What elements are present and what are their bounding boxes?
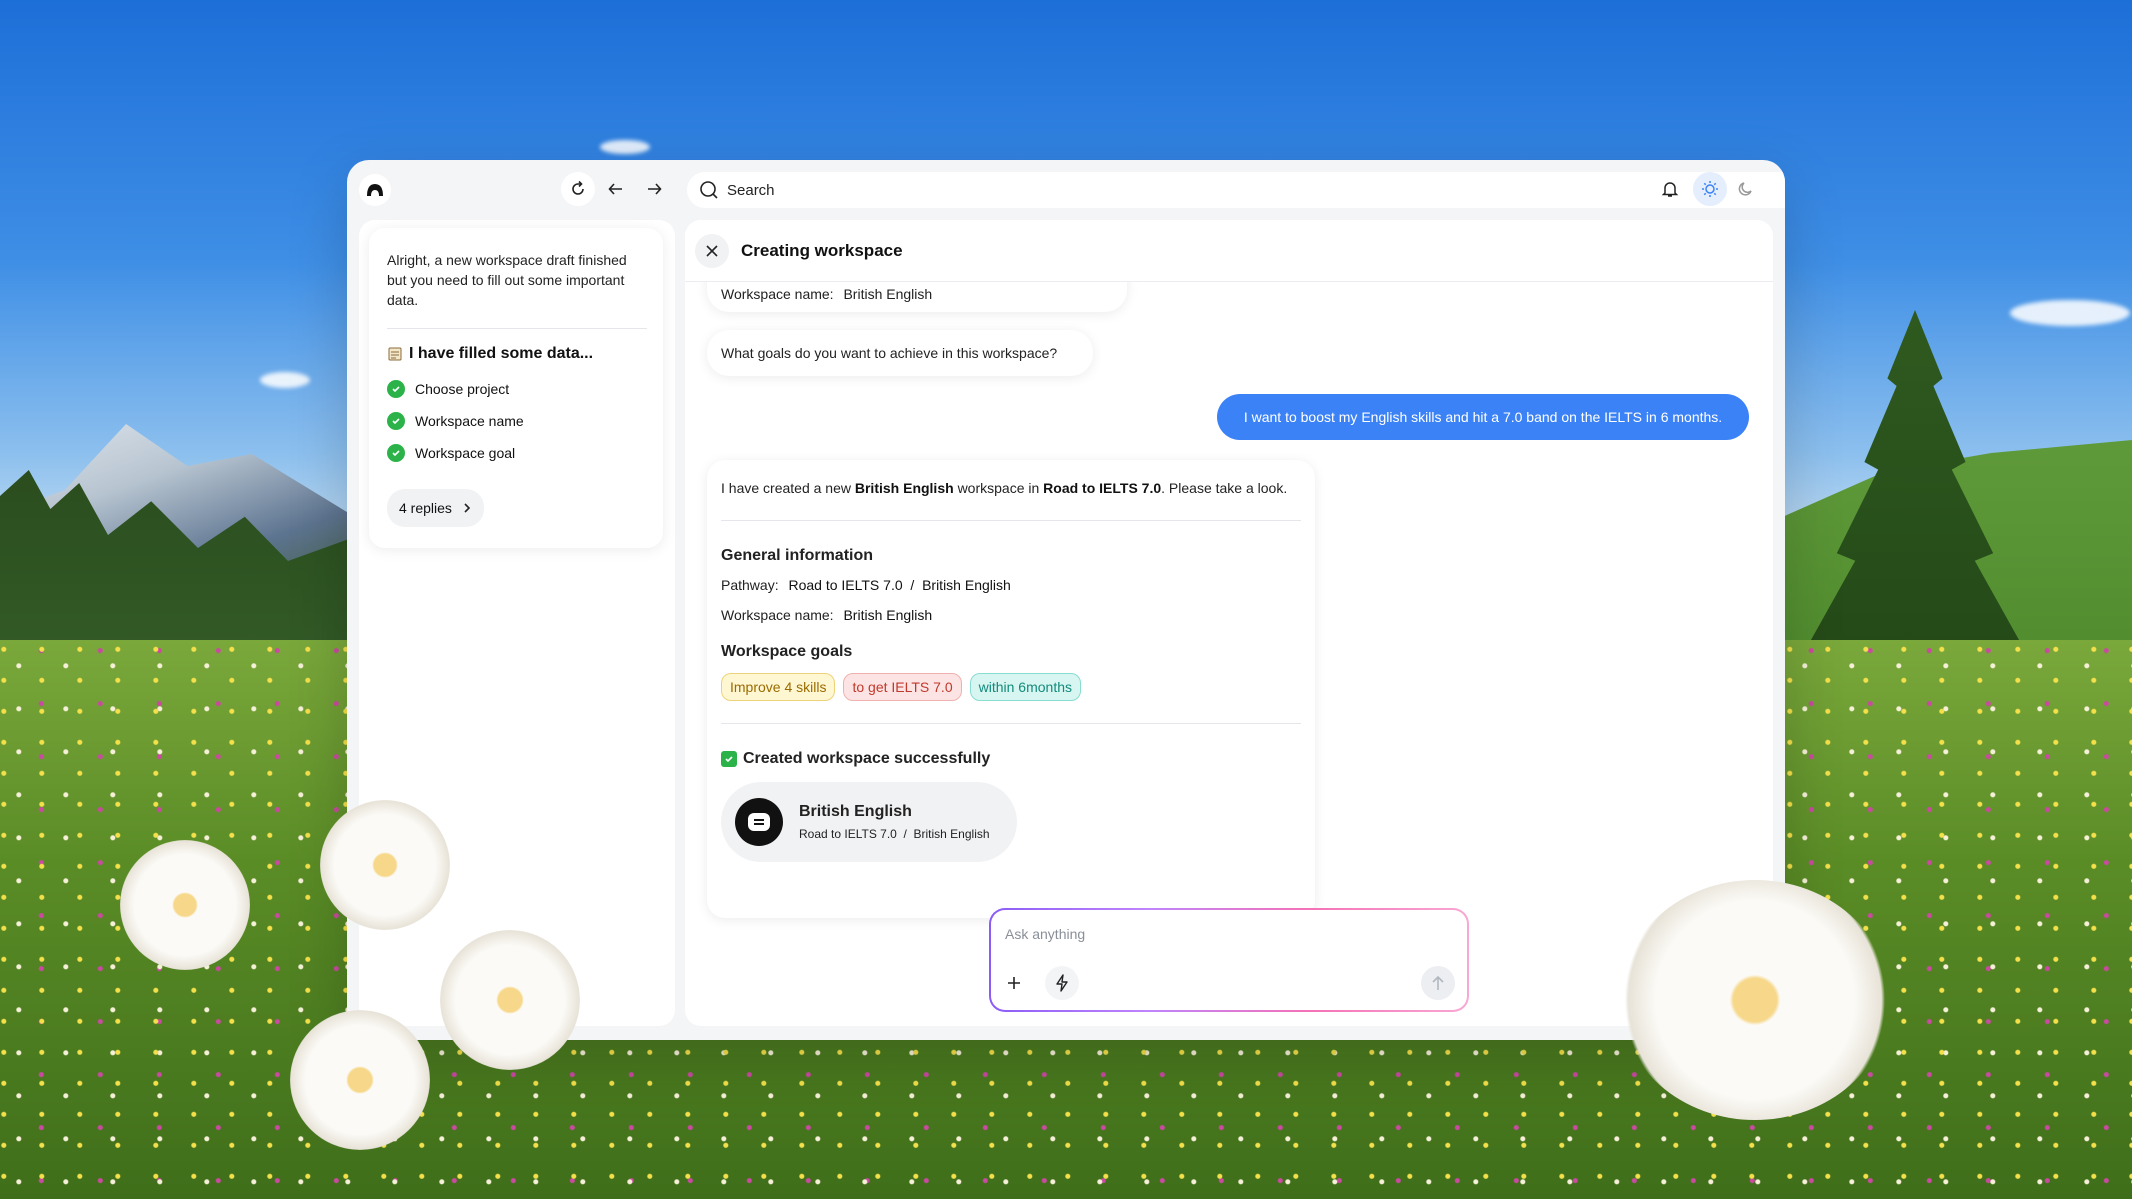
flower-decoration — [1620, 880, 1890, 1120]
arrow-right-icon — [648, 183, 662, 195]
check-item-workspace-goal: Workspace goal — [387, 437, 647, 469]
search-label: Search — [727, 181, 775, 199]
replies-button[interactable]: 4 replies — [387, 489, 484, 527]
chevron-right-icon — [464, 503, 471, 513]
ask-input[interactable]: Ask anything — [1005, 926, 1085, 942]
check-icon — [387, 412, 405, 430]
app-window: Search Alright, a new workspace draft fi… — [347, 160, 1785, 1040]
divider — [721, 520, 1301, 521]
workspace-avatar-icon — [735, 798, 783, 846]
bolt-icon — [1056, 974, 1068, 992]
question-text: What goals do you want to achieve in thi… — [721, 345, 1058, 361]
chat-panel: Workspace name: British English Creating… — [685, 220, 1773, 1026]
pathway-row: Pathway: Road to IELTS 7.0 / British Eng… — [721, 577, 1301, 593]
light-mode-toggle[interactable] — [1693, 172, 1727, 206]
close-icon — [706, 244, 718, 257]
success-label: Created workspace successfully — [743, 750, 991, 767]
workspace-name-row: Workspace name: British English — [721, 607, 1301, 623]
user-message-bubble: I want to boost my English skills and hi… — [1217, 394, 1749, 440]
arrow-left-icon — [608, 183, 622, 195]
check-item-label: Workspace goal — [415, 445, 516, 461]
draft-message: Alright, a new workspace draft finished … — [387, 252, 627, 308]
cloud — [600, 140, 650, 154]
intro-text: workspace in — [957, 480, 1040, 496]
replies-label: 4 replies — [399, 500, 452, 516]
general-info-title: General information — [721, 547, 874, 564]
intro-workspace: British English — [854, 480, 954, 496]
check-item-workspace-name: Workspace name — [387, 405, 647, 437]
check-item-label: Choose project — [415, 381, 510, 397]
notepad-icon — [388, 347, 402, 361]
add-button[interactable] — [997, 966, 1031, 1000]
chat-header: Creating workspace — [685, 220, 1773, 282]
top-bar: Search — [347, 160, 1785, 216]
intro-text: . Please take a look. — [1161, 480, 1288, 496]
filled-data-title-text: I have filled some data... — [409, 345, 594, 362]
intro-text: I have created a new — [721, 480, 851, 496]
cloud — [2010, 300, 2130, 326]
workspace-card-name: British English — [799, 803, 912, 820]
page-title: Creating workspace — [741, 240, 903, 260]
success-status: Created workspace successfully — [721, 750, 1301, 768]
search-bar[interactable]: Search — [687, 172, 1785, 208]
divider — [721, 723, 1301, 724]
refresh-icon — [572, 180, 584, 195]
check-item-choose-project: Choose project — [387, 373, 647, 405]
check-icon — [387, 380, 405, 398]
workspace-name-value: British English — [843, 286, 933, 302]
workspace-card[interactable]: British English Road to IELTS 7.0 / Brit… — [721, 782, 1017, 862]
dark-mode-toggle[interactable] — [1729, 172, 1763, 206]
sun-icon — [1702, 181, 1718, 197]
flower-decoration — [320, 800, 450, 930]
check-icon — [721, 751, 737, 767]
moon-icon — [1738, 182, 1752, 196]
workspace-card-text: British English Road to IELTS 7.0 / Brit… — [799, 803, 990, 841]
assistant-question-bubble: What goals do you want to achieve in thi… — [707, 330, 1093, 376]
goal-tag: within 6months — [969, 673, 1081, 701]
navigation-controls — [561, 172, 671, 206]
app-logo-icon — [367, 184, 383, 196]
check-item-label: Workspace name — [415, 413, 524, 429]
workspace-card-path: Road to IELTS 7.0 / British English — [799, 827, 990, 841]
workspace-name-label: Workspace name: — [721, 607, 834, 623]
workspace-name-label: Workspace name: — [721, 286, 834, 302]
notifications-button[interactable] — [1653, 172, 1687, 206]
reply-intro: I have created a new British English wor… — [721, 480, 1301, 496]
send-arrow-icon — [1432, 975, 1444, 990]
pathway-label: Pathway: — [721, 577, 779, 593]
cloud — [260, 372, 310, 388]
composer-inner: Ask anything — [991, 910, 1467, 1010]
intro-path: Road to IELTS 7.0 — [1043, 480, 1162, 496]
draft-status-card: Alright, a new workspace draft finished … — [369, 228, 663, 548]
composer: Ask anything — [989, 908, 1469, 1012]
goal-tag: to get IELTS 7.0 — [843, 673, 962, 701]
user-message-text: I want to boost my English skills and hi… — [1243, 409, 1723, 425]
filled-data-title: I have filled some data... — [387, 345, 647, 363]
app-logo-button[interactable] — [359, 174, 391, 206]
search-icon — [700, 181, 718, 199]
flower-decoration — [290, 1010, 430, 1150]
back-button[interactable] — [599, 172, 633, 206]
flower-decoration — [440, 930, 580, 1070]
divider — [387, 328, 647, 329]
assistant-reply-bubble: I have created a new British English wor… — [707, 460, 1315, 918]
bell-icon — [1661, 182, 1679, 197]
plus-icon — [1008, 977, 1020, 989]
quick-action-button[interactable] — [1045, 966, 1079, 1000]
close-button[interactable] — [695, 233, 729, 268]
pathway-value: Road to IELTS 7.0 / British English — [788, 577, 1011, 593]
flower-decoration — [120, 840, 250, 970]
forward-button[interactable] — [637, 172, 671, 206]
workspace-goals-title: Workspace goals — [721, 643, 853, 660]
goal-tags: Improve 4 skills to get IELTS 7.0 within… — [721, 673, 1301, 701]
check-icon — [387, 444, 405, 462]
send-button[interactable] — [1421, 966, 1455, 1000]
goal-tag: Improve 4 skills — [721, 673, 836, 701]
refresh-button[interactable] — [561, 172, 595, 206]
workspace-name-value: British English — [843, 607, 933, 623]
